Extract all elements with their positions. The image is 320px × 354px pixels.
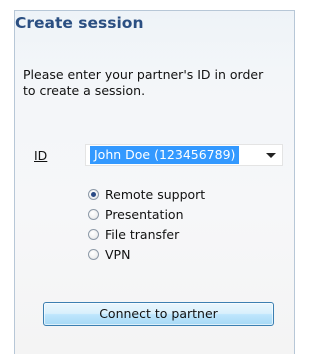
connect-to-partner-button[interactable]: Connect to partner xyxy=(43,302,274,326)
radio-label[interactable]: Remote support xyxy=(105,187,205,202)
radio-file-transfer[interactable]: File transfer xyxy=(88,226,179,242)
radio-label[interactable]: Presentation xyxy=(105,207,184,222)
chevron-down-icon[interactable] xyxy=(266,153,276,158)
radio-vpn[interactable]: VPN xyxy=(88,246,130,262)
panel-title: Create session xyxy=(15,14,144,32)
radio-button[interactable] xyxy=(88,208,99,220)
radio-button[interactable] xyxy=(88,248,99,260)
radio-label[interactable]: VPN xyxy=(105,247,130,262)
radio-remote-support[interactable]: Remote support xyxy=(88,186,205,202)
id-label: ID xyxy=(34,148,48,163)
radio-presentation[interactable]: Presentation xyxy=(88,206,184,222)
instructions-text: Please enter your partner's ID in order … xyxy=(23,67,264,98)
radio-label[interactable]: File transfer xyxy=(105,227,179,242)
radio-button-checked[interactable] xyxy=(88,188,99,200)
partner-id-combobox[interactable]: John Doe (123456789) xyxy=(85,144,283,166)
radio-button[interactable] xyxy=(88,228,99,240)
partner-id-value[interactable]: John Doe (123456789) xyxy=(90,146,240,164)
